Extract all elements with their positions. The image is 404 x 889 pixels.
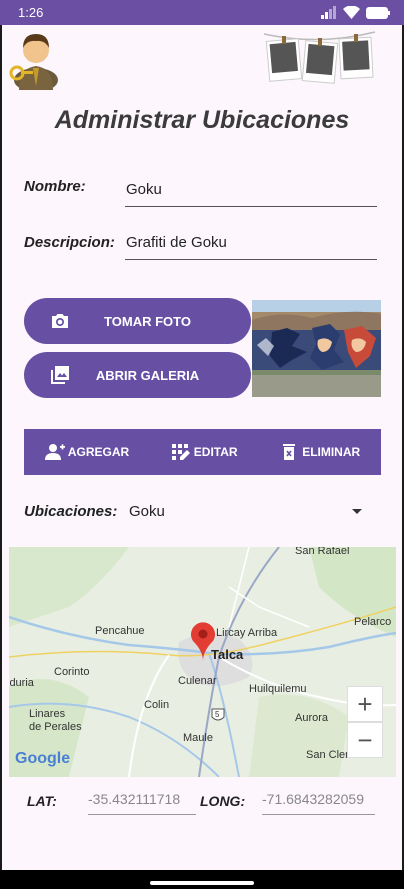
map-label-linares-de-perales: Linares de Perales (29, 708, 82, 733)
location-photo (252, 300, 381, 397)
lat-label: LAT: (27, 793, 57, 809)
dropdown-caret-icon[interactable] (352, 509, 362, 514)
abrir-galeria-label: ABRIR GALERIA (95, 367, 200, 383)
google-logo: Google (15, 750, 71, 767)
ubicaciones-dropdown[interactable]: Goku (129, 503, 165, 520)
screen-edge-left (0, 25, 2, 870)
status-icons (321, 6, 390, 19)
signal-icon (321, 6, 336, 19)
navigation-bar (0, 870, 404, 889)
add-user-icon (44, 444, 65, 460)
page-title: Administrar Ubicaciones (54, 106, 350, 134)
battery-icon (366, 6, 390, 19)
photos-hanging-icon (263, 31, 376, 84)
map-route-number: 5 (215, 710, 220, 719)
user-key-icon (9, 34, 58, 90)
tomar-foto-label: TOMAR FOTO (104, 313, 191, 329)
agregar-button[interactable]: AGREGAR (44, 443, 130, 461)
descripcion-label: Descripcion: (24, 234, 115, 251)
map-label-colin: Colin (144, 699, 170, 711)
eliminar-button[interactable]: ELIMINAR (279, 443, 360, 461)
long-label: LONG: (200, 793, 246, 809)
ubicaciones-label: Ubicaciones: (24, 503, 118, 520)
nombre-label: Nombre: (24, 178, 86, 195)
long-input[interactable]: -71.6843282059 (262, 791, 375, 815)
status-bar: 1:26 (0, 0, 404, 25)
map-label-pelarco: Pelarco (354, 616, 392, 628)
delete-icon (283, 444, 296, 460)
status-time: 1:26 (18, 5, 44, 20)
camera-icon (52, 314, 68, 328)
editar-button[interactable]: EDITAR (171, 443, 238, 461)
descripcion-input[interactable]: Grafiti de Goku (125, 228, 377, 260)
edit-grid-icon (171, 444, 190, 460)
map-label-iduria: iduria (9, 677, 34, 689)
nombre-input[interactable]: Goku (125, 175, 377, 207)
map-label-corinto: Corinto (54, 666, 90, 678)
map-label-pencahue: Pencahue (95, 625, 145, 637)
home-gesture-handle[interactable] (150, 881, 254, 885)
wifi-icon (343, 6, 360, 19)
location-pin-icon[interactable] (189, 621, 217, 661)
action-bar: AGREGAR EDITAR ELIMINAR (24, 429, 381, 475)
eliminar-label: ELIMINAR (302, 445, 361, 459)
zoom-in-button[interactable]: + (347, 686, 383, 722)
tomar-foto-button[interactable]: TOMAR FOTO (24, 298, 251, 344)
zoom-out-button[interactable]: − (347, 722, 383, 758)
map-label-san-rafael: San Rafael (295, 547, 350, 557)
gallery-icon (51, 366, 69, 384)
map-label-huilquilemu: Huilquilemu (249, 683, 307, 695)
map-label-aurora: Aurora (295, 712, 329, 724)
map-label-culenar: Culenar (178, 675, 217, 687)
map-view[interactable]: San Rafael Pencahue Lircay Arriba Pelarc… (9, 547, 396, 777)
map-label-lircay-arriba: Lircay Arriba (216, 627, 278, 639)
lat-input[interactable]: -35.432111718 (88, 791, 196, 815)
abrir-galeria-button[interactable]: ABRIR GALERIA (24, 352, 251, 398)
map-label-maule: Maule (183, 732, 213, 744)
editar-label: EDITAR (193, 445, 238, 459)
agregar-label: AGREGAR (67, 445, 130, 459)
